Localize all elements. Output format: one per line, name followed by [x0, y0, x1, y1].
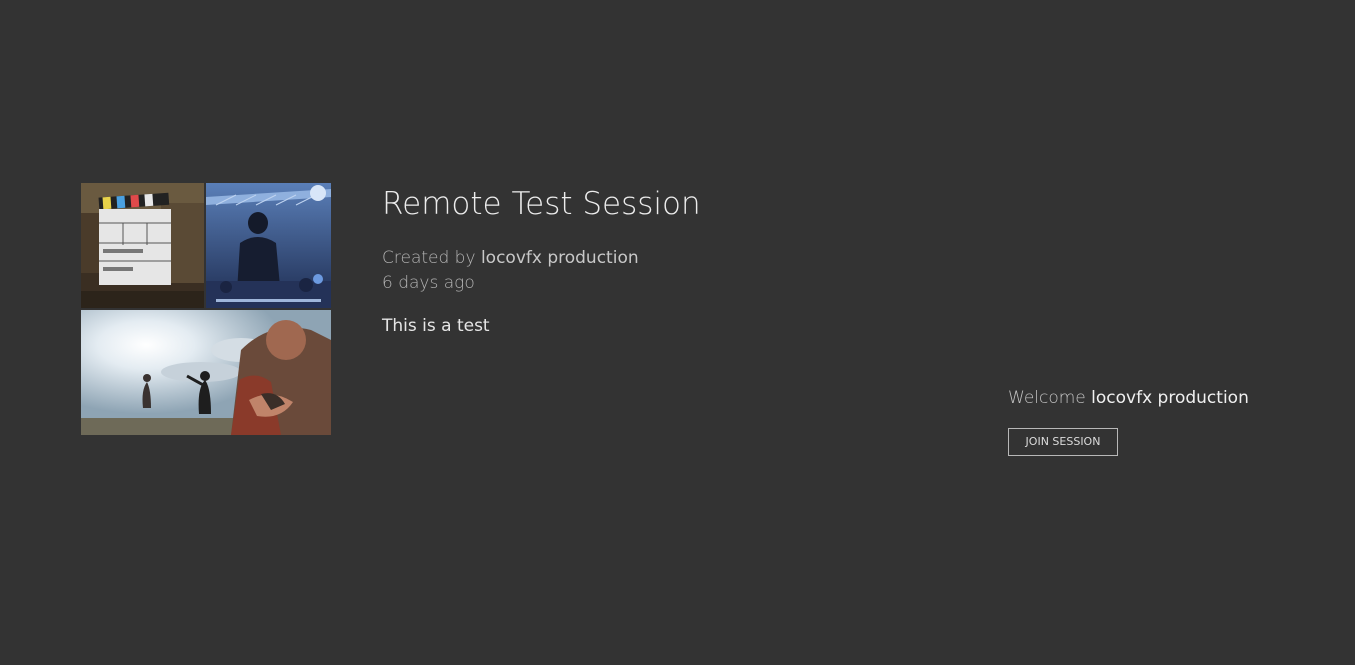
session-title: Remote Test Session	[382, 186, 701, 222]
session-created-time: 6 days ago	[382, 273, 475, 293]
thumbnail-outdoor-sunlight	[81, 310, 331, 435]
welcome-message: Welcome locovfx production	[1008, 386, 1249, 410]
creator-name: locovfx production	[480, 248, 639, 268]
join-session-button[interactable]: JOIN SESSION	[1008, 428, 1118, 456]
thumbnail-clapperboard	[81, 183, 204, 308]
session-created-by: Created by locovfx production	[382, 246, 639, 270]
created-by-label: Created by	[382, 248, 476, 268]
session-thumbnail-collage	[81, 183, 331, 435]
thumbnail-concert-stage	[206, 183, 331, 308]
session-description: This is a test	[382, 316, 490, 336]
welcome-username: locovfx production	[1091, 388, 1249, 408]
session-page: Remote Test Session Created by locovfx p…	[0, 0, 1355, 665]
welcome-label: Welcome	[1008, 388, 1086, 408]
